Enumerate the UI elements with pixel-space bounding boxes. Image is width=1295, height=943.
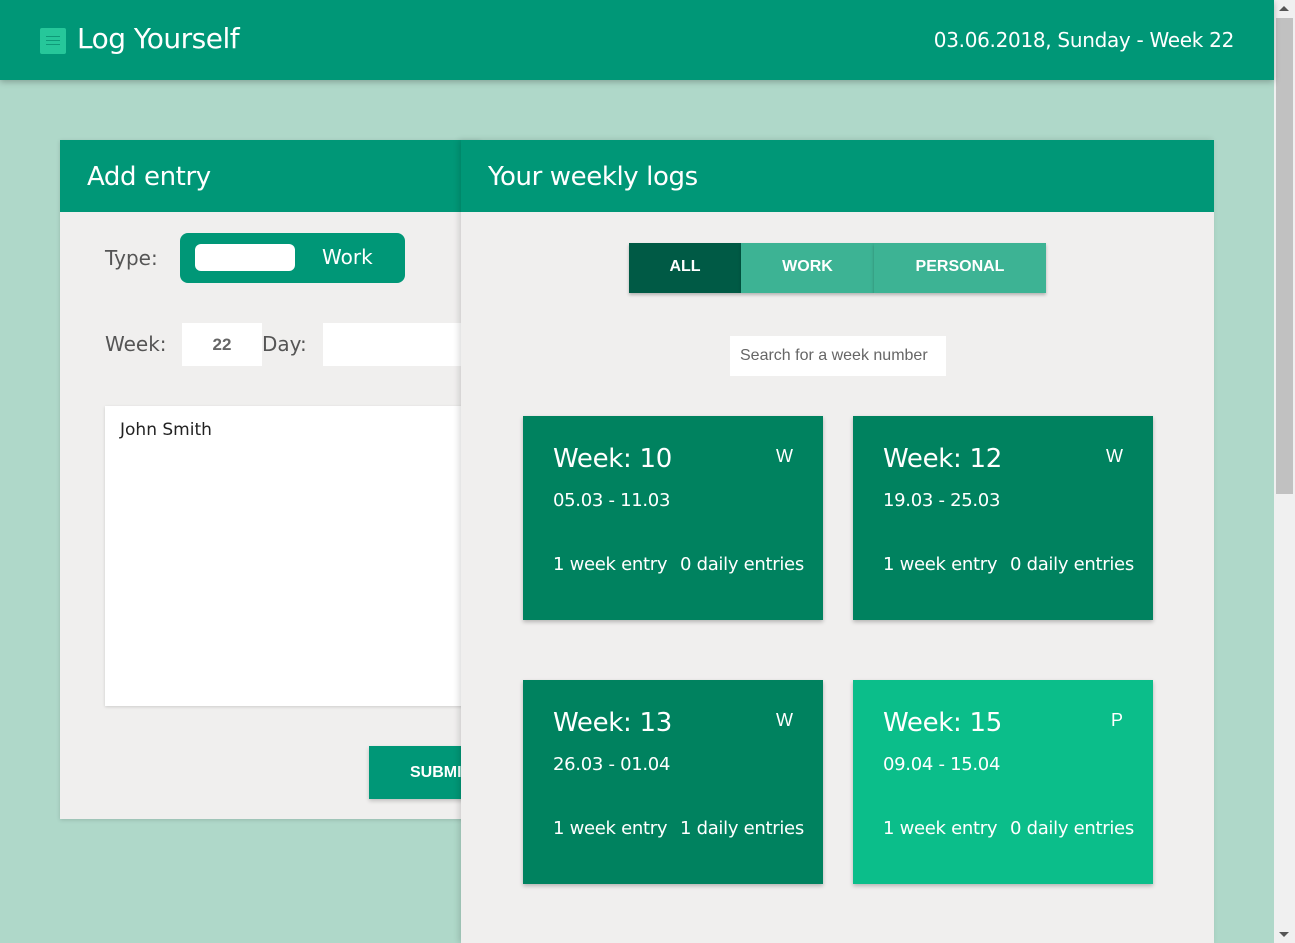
notebook-icon bbox=[40, 28, 66, 54]
week-card-daily-entries: 1 daily entries bbox=[680, 818, 804, 839]
add-entry-card: Add entry Type: Work Week: 22 Day: John … bbox=[60, 140, 489, 819]
week-card-type-badge: P bbox=[1110, 710, 1123, 730]
week-card-title: Week: 10 bbox=[553, 444, 672, 474]
app-title: Log Yourself bbox=[77, 22, 240, 55]
week-card-title: Week: 13 bbox=[553, 708, 672, 738]
week-card-week-entries: 1 week entry bbox=[883, 554, 998, 575]
weekly-logs-title: Your weekly logs bbox=[461, 140, 1214, 212]
week-card[interactable]: Week: 12 W 19.03 - 25.03 1 week entry 0 … bbox=[853, 416, 1153, 620]
week-card-title: Week: 15 bbox=[883, 708, 1002, 738]
scroll-thumb[interactable] bbox=[1276, 18, 1293, 494]
day-label: Day: bbox=[262, 332, 307, 356]
week-label: Week: bbox=[105, 332, 167, 356]
tab-work[interactable]: WORK bbox=[741, 243, 874, 293]
type-toggle[interactable]: Work bbox=[180, 233, 405, 283]
type-value: Work bbox=[322, 245, 373, 269]
week-card-week-entries: 1 week entry bbox=[883, 818, 998, 839]
add-entry-title: Add entry bbox=[60, 140, 480, 212]
week-card-date-range: 09.04 - 15.04 bbox=[883, 754, 1001, 775]
week-card[interactable]: Week: 15 P 09.04 - 15.04 1 week entry 0 … bbox=[853, 680, 1153, 884]
week-card-date-range: 19.03 - 25.03 bbox=[883, 490, 1001, 511]
toggle-knob[interactable] bbox=[195, 244, 295, 271]
scroll-down-arrow-icon[interactable] bbox=[1279, 932, 1289, 937]
week-card-date-range: 05.03 - 11.03 bbox=[553, 490, 671, 511]
tab-all[interactable]: ALL bbox=[629, 243, 741, 293]
page-scrollbar[interactable] bbox=[1274, 0, 1295, 943]
week-card-daily-entries: 0 daily entries bbox=[1010, 818, 1134, 839]
entry-textarea[interactable]: John Smith bbox=[105, 406, 485, 706]
type-label: Type: bbox=[105, 246, 158, 270]
week-card[interactable]: Week: 13 W 26.03 - 01.04 1 week entry 1 … bbox=[523, 680, 823, 884]
weekly-logs-panel: Your weekly logs ALL WORK PERSONAL Week:… bbox=[461, 140, 1214, 943]
scroll-up-arrow-icon[interactable] bbox=[1279, 6, 1289, 11]
week-card-type-badge: W bbox=[776, 446, 793, 466]
week-input[interactable]: 22 bbox=[182, 323, 262, 366]
week-search-input[interactable] bbox=[730, 336, 946, 376]
week-card-week-entries: 1 week entry bbox=[553, 818, 668, 839]
week-card-type-badge: W bbox=[1106, 446, 1123, 466]
week-card-type-badge: W bbox=[776, 710, 793, 730]
current-date: 03.06.2018, Sunday - Week 22 bbox=[933, 28, 1235, 52]
week-card-week-entries: 1 week entry bbox=[553, 554, 668, 575]
day-input[interactable] bbox=[323, 323, 483, 366]
week-card-daily-entries: 0 daily entries bbox=[1010, 554, 1134, 575]
week-card-title: Week: 12 bbox=[883, 444, 1002, 474]
app-header: Log Yourself 03.06.2018, Sunday - Week 2… bbox=[0, 0, 1274, 80]
tab-personal[interactable]: PERSONAL bbox=[874, 243, 1046, 293]
week-card[interactable]: Week: 10 W 05.03 - 11.03 1 week entry 0 … bbox=[523, 416, 823, 620]
week-card-date-range: 26.03 - 01.04 bbox=[553, 754, 671, 775]
week-card-daily-entries: 0 daily entries bbox=[680, 554, 804, 575]
